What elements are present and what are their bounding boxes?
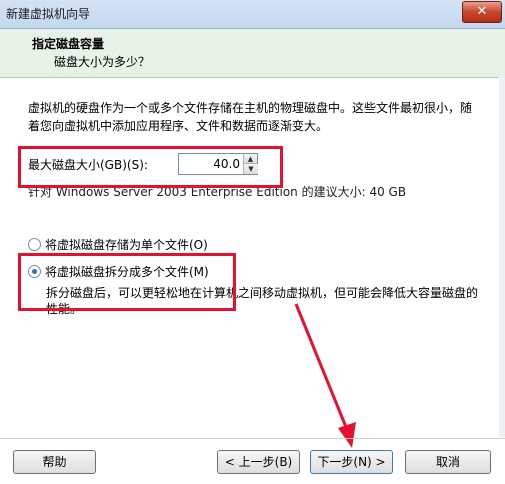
new-vm-wizard-window: 新建虚拟机向导 ✕ 指定磁盘容量 磁盘大小为多少？ 虚拟机的硬盘作为一个或多个文… xyxy=(0,0,505,484)
footer-divider xyxy=(0,438,505,439)
next-button[interactable]: 下一步(N) > xyxy=(310,450,393,474)
cancel-button[interactable]: 取消 xyxy=(405,450,491,474)
annotation-arrow-icon xyxy=(294,303,356,448)
help-button[interactable]: 帮助 xyxy=(13,450,96,474)
back-button[interactable]: < 上一步(B) xyxy=(217,450,300,474)
